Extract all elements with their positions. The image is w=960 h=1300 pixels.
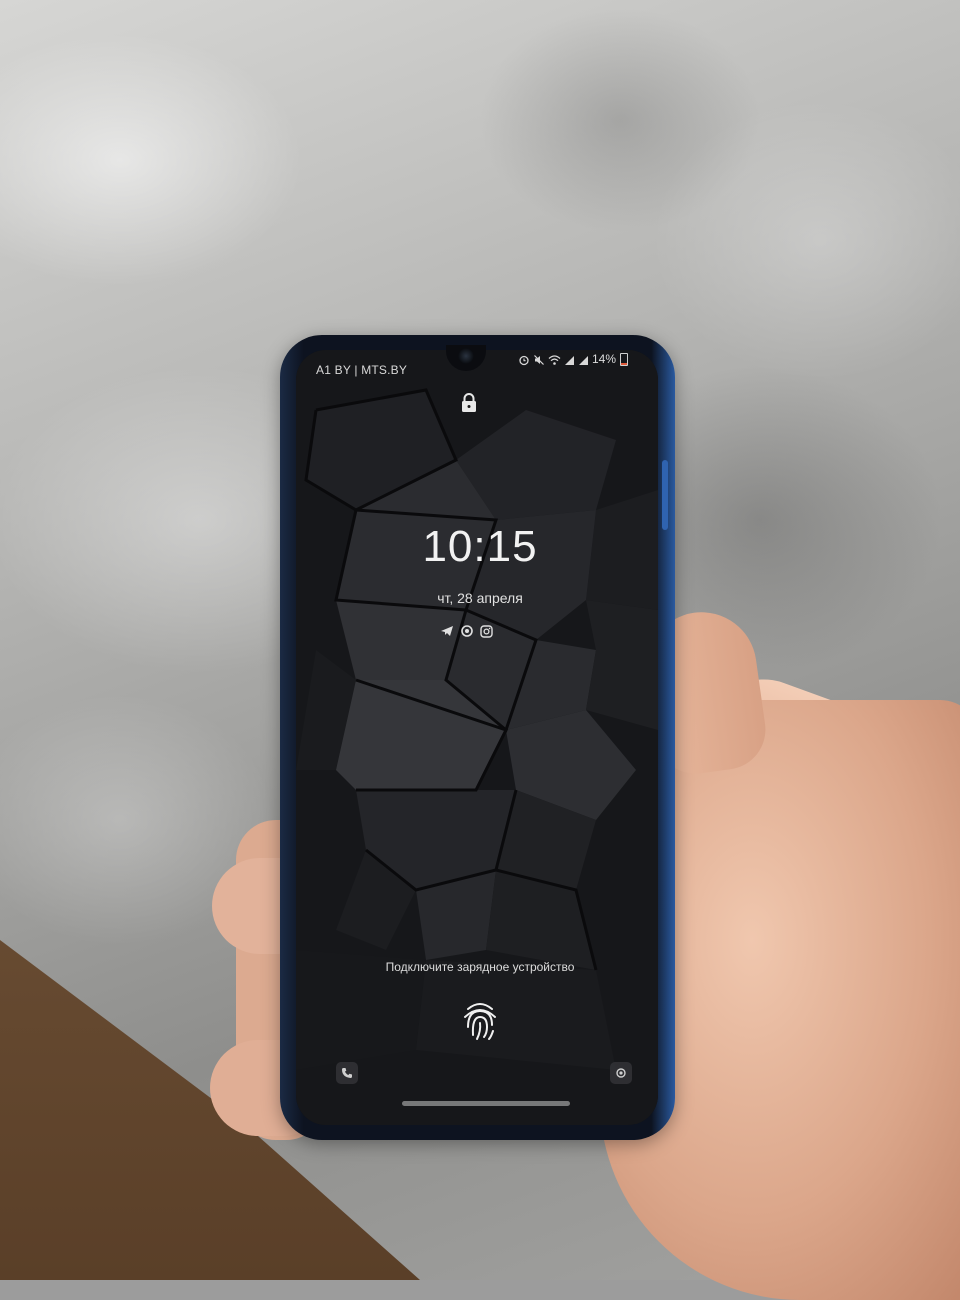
lock-icon[interactable]: [459, 392, 479, 414]
phone-shortcut[interactable]: [336, 1062, 358, 1084]
alarm-icon: [519, 355, 529, 366]
camera-shortcut[interactable]: [610, 1062, 632, 1084]
camera-icon: [616, 1068, 626, 1078]
battery-percentage: 14%: [592, 352, 617, 366]
fingerprint-icon[interactable]: [460, 999, 500, 1043]
clock-time: 10:15: [422, 522, 538, 571]
signal-icon: [579, 356, 588, 365]
carrier-label: A1 BY | MTS.BY: [316, 363, 408, 377]
home-indicator[interactable]: [402, 1101, 570, 1106]
clock-date: чт, 28 апреля: [437, 590, 523, 606]
phone-icon: [342, 1068, 352, 1078]
mute-icon: [534, 355, 544, 365]
side-button: [662, 460, 668, 530]
charge-message: Подключите зарядное устройство: [385, 960, 575, 974]
front-camera: [458, 348, 474, 364]
status-icons: [518, 354, 589, 366]
sync-icon: [461, 625, 473, 637]
battery-icon: [620, 353, 628, 366]
instagram-icon: [480, 624, 493, 638]
wifi-icon: [548, 355, 561, 365]
telegram-icon: [441, 626, 453, 636]
signal-icon: [565, 356, 574, 365]
notification-icons[interactable]: [440, 624, 493, 638]
